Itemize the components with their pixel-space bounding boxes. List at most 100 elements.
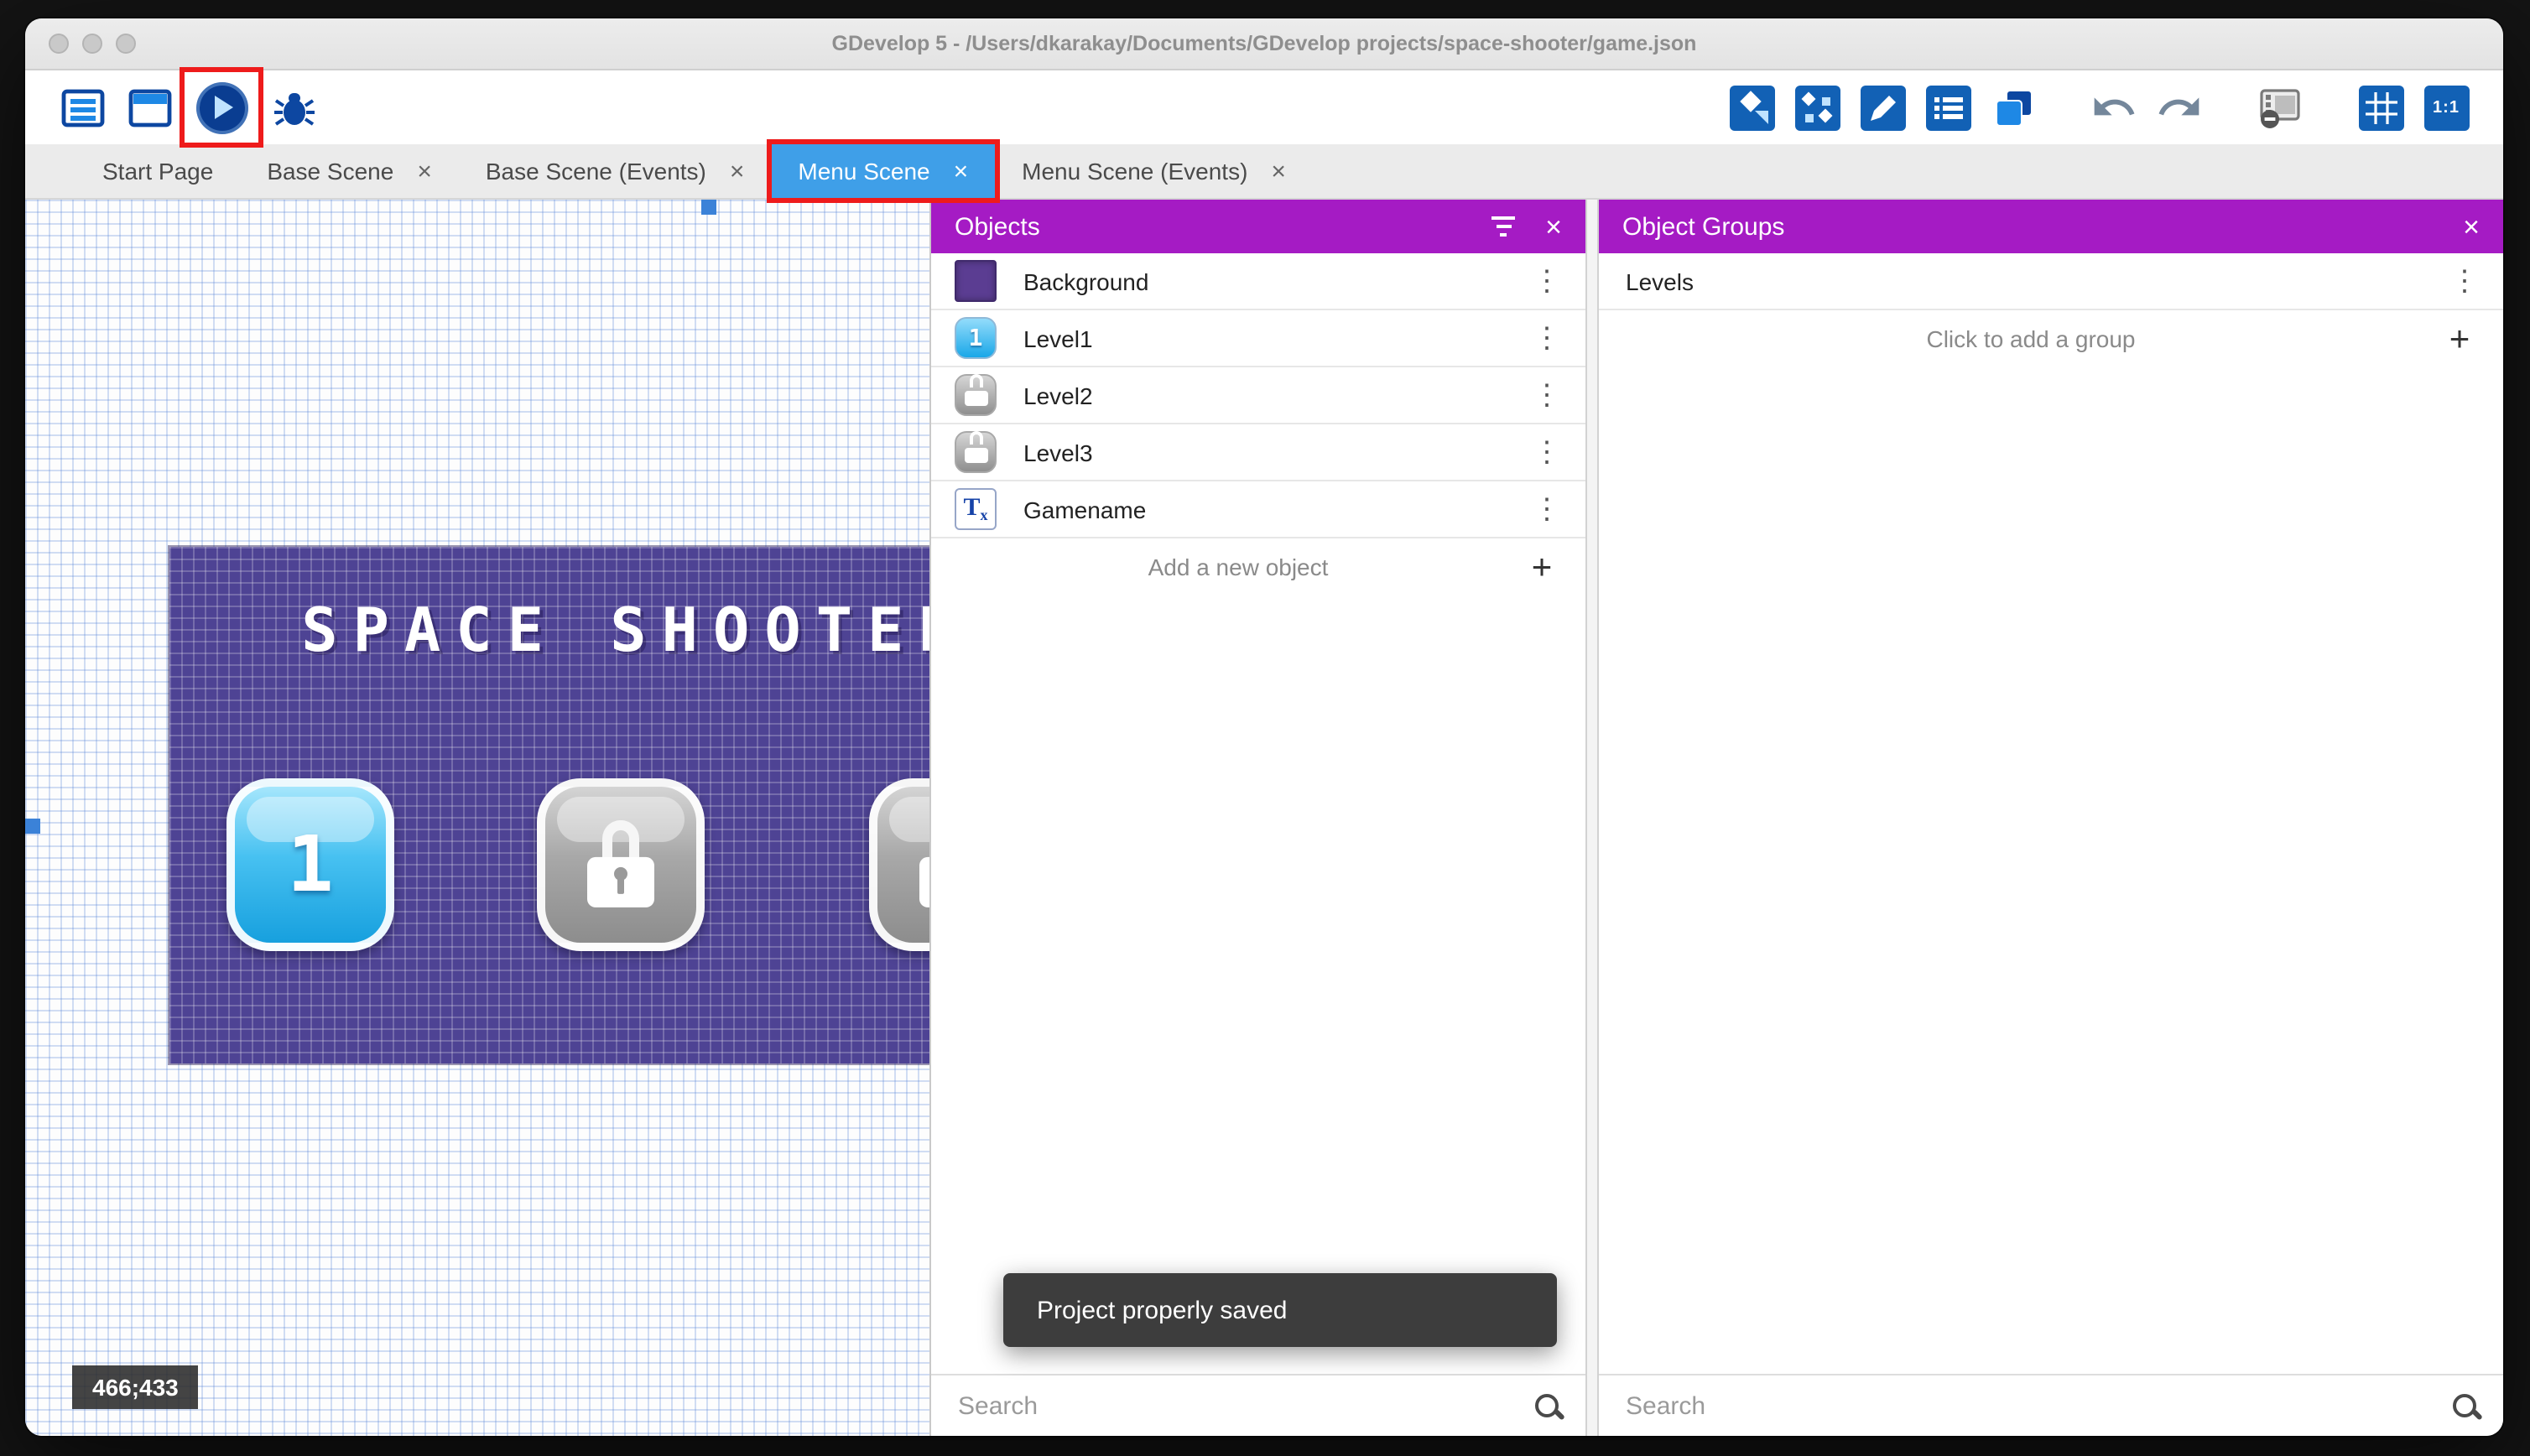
objects-panel-empty-area (931, 595, 1585, 1374)
preview-play-button[interactable] (180, 67, 263, 148)
tab-close-icon[interactable]: × (1271, 159, 1286, 184)
tab-base-scene[interactable]: Base Scene × (240, 144, 459, 198)
properties-icon[interactable] (1924, 84, 1971, 131)
object-row-gamename[interactable]: Tx Gamename ⋮ (931, 481, 1585, 538)
tab-close-icon[interactable]: × (417, 159, 432, 184)
text-object-icon: Tx (955, 488, 997, 530)
desktop: GDevelop 5 - /Users/dkarakay/Documents/G… (0, 0, 2530, 1456)
scene-canvas[interactable]: SPACE SHOOTER 1 466;433 (25, 200, 929, 1436)
locked-level-icon (955, 431, 997, 473)
capture-icon[interactable] (2257, 84, 2304, 131)
row-menu-icon[interactable]: ⋮ (1528, 267, 1565, 295)
close-panel-icon[interactable]: × (1545, 212, 1562, 241)
zoom-window-button[interactable] (116, 34, 136, 54)
objects-search-input[interactable] (955, 1390, 1520, 1422)
objects-panel-title: Objects (955, 212, 1040, 241)
object-name: Level1 (1023, 325, 1093, 351)
objects-panel: Objects × Background ⋮ 1 Level1 ⋮ Level2… (929, 200, 1585, 1436)
tab-start-page[interactable]: Start Page (75, 144, 240, 198)
save-toast: Project properly saved (1003, 1273, 1557, 1347)
close-window-button[interactable] (49, 34, 69, 54)
cursor-coordinates-badge: 466;433 (72, 1365, 199, 1409)
game-title-text-instance[interactable]: SPACE SHOOTER (169, 547, 929, 666)
zoom-ratio-icon[interactable]: 1:1 (2423, 84, 2470, 131)
object-row-level3[interactable]: Level3 ⋮ (931, 424, 1585, 481)
add-object-row[interactable]: Add a new object + (931, 538, 1585, 595)
object-row-level1[interactable]: 1 Level1 ⋮ (931, 310, 1585, 367)
zoom-ratio-label: 1:1 (2433, 98, 2460, 117)
group-name: Levels (1626, 268, 1694, 294)
groups-search-row (1599, 1374, 2503, 1436)
object-row-level2[interactable]: Level2 ⋮ (931, 367, 1585, 424)
toolbar-left (59, 67, 317, 148)
project-manager-icon[interactable] (59, 84, 106, 131)
level-button-icon: 1 (955, 317, 997, 359)
level1-label: 1 (287, 817, 334, 908)
level1-button-instance[interactable]: 1 (226, 778, 394, 951)
groups-search-input[interactable] (1622, 1390, 2438, 1422)
scene-resize-handle-top[interactable] (701, 200, 716, 215)
object-row-background[interactable]: Background ⋮ (931, 253, 1585, 310)
tab-base-scene-events[interactable]: Base Scene (Events) × (459, 144, 772, 198)
row-menu-icon[interactable]: ⋮ (1528, 381, 1565, 409)
lock-icon (587, 819, 654, 907)
preview-play-icon (195, 81, 247, 133)
group-row-levels[interactable]: Levels ⋮ (1599, 253, 2503, 310)
main-toolbar: 1:1 (25, 67, 2503, 148)
level3-locked-button-instance[interactable] (869, 778, 929, 951)
tab-menu-scene[interactable]: Menu Scene × (766, 139, 1001, 203)
add-group-plus-icon[interactable]: + (2439, 321, 2480, 356)
editor-content: SPACE SHOOTER 1 466;433 Objects × Backgr… (25, 200, 2503, 1436)
object-groups-title: Object Groups (1622, 212, 1785, 241)
add-group-row[interactable]: Click to add a group + (1599, 310, 2503, 367)
row-menu-icon[interactable]: ⋮ (2446, 267, 2483, 295)
undo-icon[interactable] (2090, 84, 2137, 131)
tab-bar: Start Page Base Scene × Base Scene (Even… (25, 139, 2503, 203)
tab-close-icon[interactable]: × (730, 159, 745, 184)
groups-panel-empty-area (1599, 367, 2503, 1374)
toolbar-right: 1:1 (1728, 84, 2470, 131)
object-groups-header: Object Groups × (1599, 200, 2503, 253)
filter-icon[interactable] (1491, 216, 1516, 237)
lock-icon (919, 819, 929, 907)
add-object-plus-icon[interactable]: + (1522, 549, 1562, 585)
tab-label: Menu Scene (Events) (1022, 158, 1248, 185)
objects-search-row (931, 1374, 1585, 1436)
gdevelop-window: GDevelop 5 - /Users/dkarakay/Documents/G… (25, 18, 2503, 1436)
menu-scene-preview[interactable]: SPACE SHOOTER 1 (168, 545, 929, 1065)
row-menu-icon[interactable]: ⋮ (1528, 438, 1565, 466)
export-icon[interactable] (1728, 84, 1775, 131)
redo-icon[interactable] (2156, 84, 2203, 131)
search-icon[interactable] (1533, 1391, 1562, 1420)
tab-label: Base Scene (Events) (485, 158, 706, 185)
add-object-label: Add a new object (1148, 554, 1329, 580)
minimize-window-button[interactable] (82, 34, 102, 54)
scene-resize-handle-left[interactable] (25, 819, 40, 834)
object-name: Level2 (1023, 382, 1093, 408)
window-title: GDevelop 5 - /Users/dkarakay/Documents/G… (831, 32, 1697, 55)
objects-panel-header: Objects × (931, 200, 1585, 253)
traffic-lights (49, 34, 136, 54)
panel-divider[interactable] (1585, 200, 1599, 1436)
tab-close-icon[interactable]: × (954, 159, 969, 184)
search-icon[interactable] (2451, 1391, 2480, 1420)
add-group-label: Click to add a group (1926, 325, 2136, 352)
scene-window-icon[interactable] (126, 84, 173, 131)
layers-icon[interactable] (1990, 84, 2037, 131)
level2-locked-button-instance[interactable] (537, 778, 705, 951)
edit-icon[interactable] (1859, 84, 1906, 131)
background-swatch-icon (955, 260, 997, 302)
grid-icon[interactable] (2357, 84, 2404, 131)
close-panel-icon[interactable]: × (2463, 212, 2480, 241)
object-name: Gamename (1023, 496, 1147, 523)
tab-label: Start Page (102, 158, 214, 185)
tab-label: Menu Scene (798, 158, 930, 185)
row-menu-icon[interactable]: ⋮ (1528, 495, 1565, 523)
locked-level-icon (955, 374, 997, 416)
debug-icon[interactable] (270, 84, 317, 131)
tab-menu-scene-events[interactable]: Menu Scene (Events) × (995, 144, 1313, 198)
object-name: Level3 (1023, 439, 1093, 465)
tab-label: Base Scene (267, 158, 394, 185)
row-menu-icon[interactable]: ⋮ (1528, 324, 1565, 352)
instances-icon[interactable] (1793, 84, 1840, 131)
